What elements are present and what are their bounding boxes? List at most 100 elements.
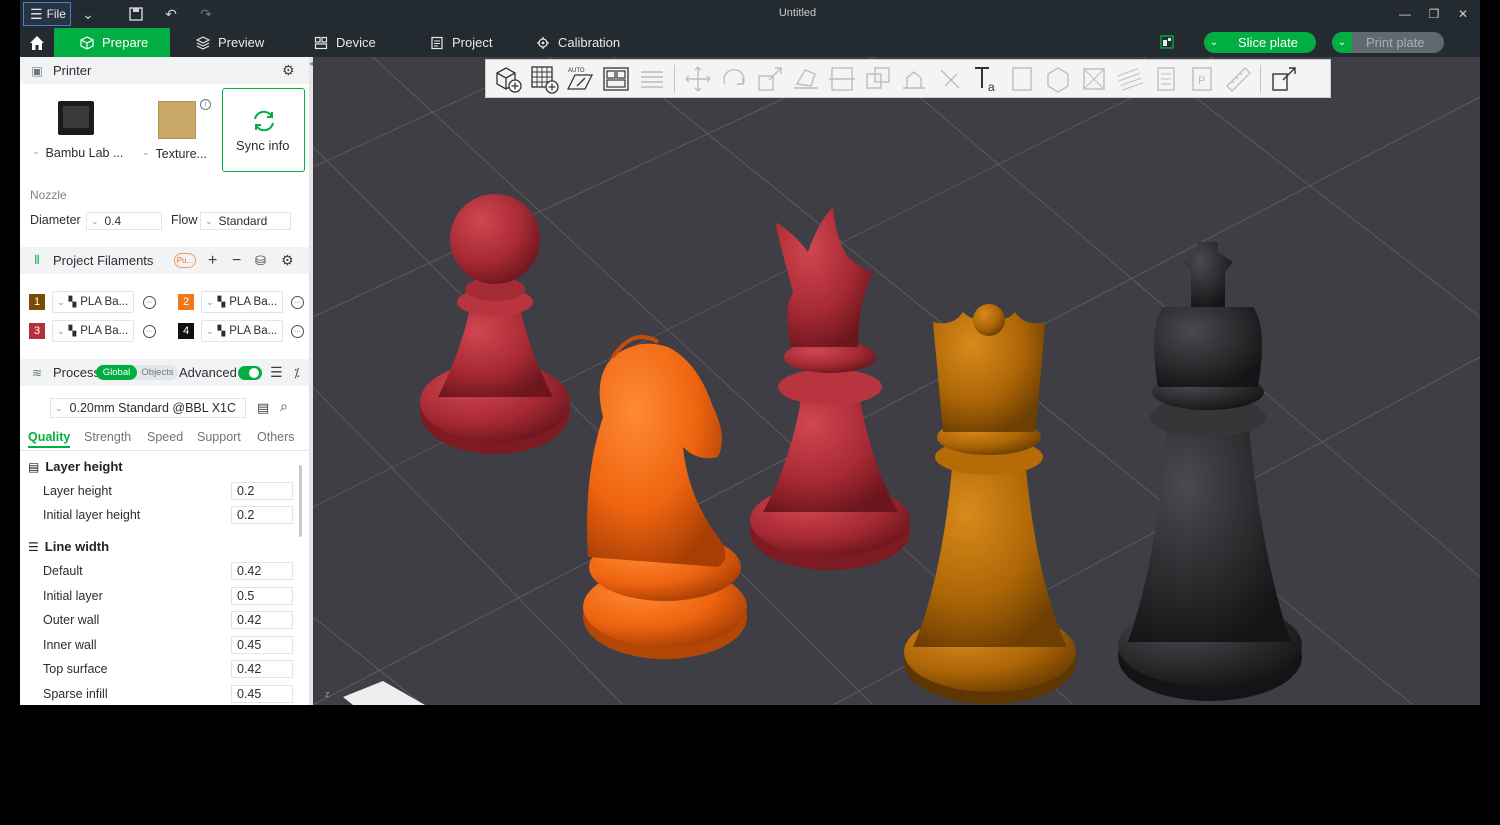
add-plate-button[interactable] (526, 61, 561, 96)
arrange-button[interactable] (598, 61, 633, 96)
tab-support[interactable]: Support (197, 430, 241, 444)
pawn-model[interactable] (420, 194, 570, 454)
measure-button[interactable] (1004, 61, 1039, 96)
king-model[interactable] (1118, 242, 1302, 701)
auto-orient-button[interactable]: AUTO (562, 61, 597, 96)
tab-prepare[interactable]: Prepare (54, 28, 170, 57)
cut-button[interactable] (824, 61, 859, 96)
more-options-icon[interactable]: ··· (291, 296, 304, 309)
line-width-inner-input[interactable]: 0.45 (231, 636, 293, 654)
printer-selector[interactable]: ⌄ Bambu Lab ... (30, 91, 130, 171)
layer-height-input[interactable]: 0.2 (231, 482, 293, 500)
filament-select[interactable]: ⌄ ▚ PLA Ba... (52, 291, 134, 313)
chevron-down-icon[interactable]: ⌄ (1204, 32, 1224, 53)
line-width-icon: ☰ (28, 539, 39, 554)
print-plate-button[interactable]: ⌄ Print plate (1332, 32, 1444, 53)
compare-icon[interactable]: ⁒ (294, 366, 299, 380)
add-object-button[interactable] (490, 61, 525, 96)
process-layers-icon: ≋ (31, 365, 43, 380)
objects-option[interactable]: Objects (137, 365, 178, 380)
tab-others[interactable]: Others (257, 430, 295, 444)
build-plate-scene[interactable]: z (313, 57, 1480, 705)
filament-number-badge[interactable]: 4 (178, 323, 194, 339)
search-icon[interactable]: ⌕ (280, 398, 288, 415)
minimize-icon[interactable]: — (1394, 4, 1416, 24)
diameter-select[interactable]: ⌄ 0.4 (86, 212, 162, 230)
queen-model[interactable] (904, 304, 1076, 704)
ruler-button[interactable] (1220, 61, 1255, 96)
home-button[interactable] (20, 28, 54, 57)
list-view-icon[interactable]: ☰ (270, 364, 283, 381)
variable-layer-button[interactable] (1148, 61, 1183, 96)
filament-number-badge[interactable]: 1 (29, 294, 45, 310)
line-width-initial-input[interactable]: 0.5 (231, 587, 293, 605)
filament-select[interactable]: ⌄ ▚ PLA Ba... (201, 320, 283, 342)
more-options-icon[interactable]: ··· (143, 325, 156, 338)
slice-plate-button[interactable]: ⌄ Slice plate (1204, 32, 1316, 53)
filament-select[interactable]: ⌄ ▚ PLA Ba... (52, 320, 134, 342)
tab-speed[interactable]: Speed (147, 430, 183, 444)
more-options-icon[interactable]: ··· (143, 296, 156, 309)
tab-device[interactable]: Device (288, 28, 404, 57)
svg-text:a: a (988, 80, 995, 94)
more-options-icon[interactable]: ··· (291, 325, 304, 338)
line-width-outer-input[interactable]: 0.42 (231, 611, 293, 629)
initial-layer-height-input[interactable]: 0.2 (231, 506, 293, 524)
tab-project[interactable]: Project (404, 28, 520, 57)
restore-icon[interactable]: ❐ (1423, 4, 1445, 24)
explode-view-button[interactable] (1266, 61, 1301, 96)
knight-model[interactable] (583, 335, 747, 659)
close-icon[interactable]: ✕ (1452, 4, 1474, 24)
boolean-button[interactable] (860, 61, 895, 96)
global-option[interactable]: Global (96, 365, 137, 380)
seam-paint-button[interactable] (932, 61, 967, 96)
tab-strength[interactable]: Strength (84, 430, 131, 444)
sync-info-button[interactable]: Sync info (222, 88, 305, 172)
gear-icon[interactable]: ⚙ (281, 252, 294, 269)
move-button[interactable] (680, 61, 715, 96)
lay-on-face-button[interactable] (788, 61, 823, 96)
add-filament-icon[interactable]: + (208, 252, 217, 270)
chevron-down-icon: ⌄ (32, 146, 40, 156)
rotate-button[interactable] (716, 61, 751, 96)
printer-section-header: ▣ Printer ⚙ (20, 57, 309, 84)
save-preset-icon[interactable]: ▤ (257, 400, 269, 416)
advanced-toggle[interactable] (238, 366, 262, 380)
emboss-icon (1046, 66, 1069, 93)
seam-paint-icon (940, 69, 959, 88)
filament-select[interactable]: ⌄ ▚ PLA Ba... (201, 291, 283, 313)
brim-ears-button[interactable] (1112, 61, 1147, 96)
tab-preview[interactable]: Preview (170, 28, 288, 57)
text-button[interactable]: a (968, 61, 1003, 96)
gear-icon[interactable]: ⚙ (282, 62, 295, 79)
filament-badge[interactable]: Pu... (174, 253, 196, 268)
plate-layout-icon[interactable] (1160, 35, 1174, 49)
filament-sync-icon[interactable]: ⛁ (255, 253, 266, 269)
param-label: Top surface (43, 662, 108, 676)
bishop-model[interactable] (750, 207, 910, 570)
filament-number-badge[interactable]: 3 (29, 323, 45, 339)
chevron-down-icon[interactable]: ⌄ (1332, 32, 1352, 53)
layers-button[interactable] (634, 61, 669, 96)
title-bar: ☰ File ⌄ ↶ ↷ Untitled — ❐ ✕ (20, 0, 1480, 28)
global-objects-toggle[interactable]: Global Objects (96, 365, 178, 380)
line-width-top-input[interactable]: 0.42 (231, 660, 293, 678)
3d-viewport[interactable]: z AUTO a P (313, 57, 1480, 705)
chevron-down-icon: ⌄ (57, 296, 65, 307)
sidebar-scrollbar[interactable] (299, 465, 302, 537)
line-width-default-input[interactable]: 0.42 (231, 562, 293, 580)
tab-calibration[interactable]: Calibration (510, 28, 650, 57)
filament-number-badge[interactable]: 2 (178, 294, 194, 310)
paint-button[interactable]: P (1184, 61, 1219, 96)
process-preset-select[interactable]: ⌄ 0.20mm Standard @BBL X1C (50, 398, 246, 418)
support-paint-button[interactable] (896, 61, 931, 96)
emboss-button[interactable] (1040, 61, 1075, 96)
scale-button[interactable] (752, 61, 787, 96)
remove-filament-icon[interactable]: − (232, 252, 241, 270)
plate-selector[interactable]: i ⌄ Texture... (136, 91, 216, 171)
tab-quality[interactable]: Quality (28, 430, 71, 448)
flow-select[interactable]: ⌄ Standard (200, 212, 291, 230)
info-icon[interactable]: i (200, 99, 211, 110)
line-width-sparse-input[interactable]: 0.45 (231, 685, 293, 703)
assembly-button[interactable] (1076, 61, 1111, 96)
